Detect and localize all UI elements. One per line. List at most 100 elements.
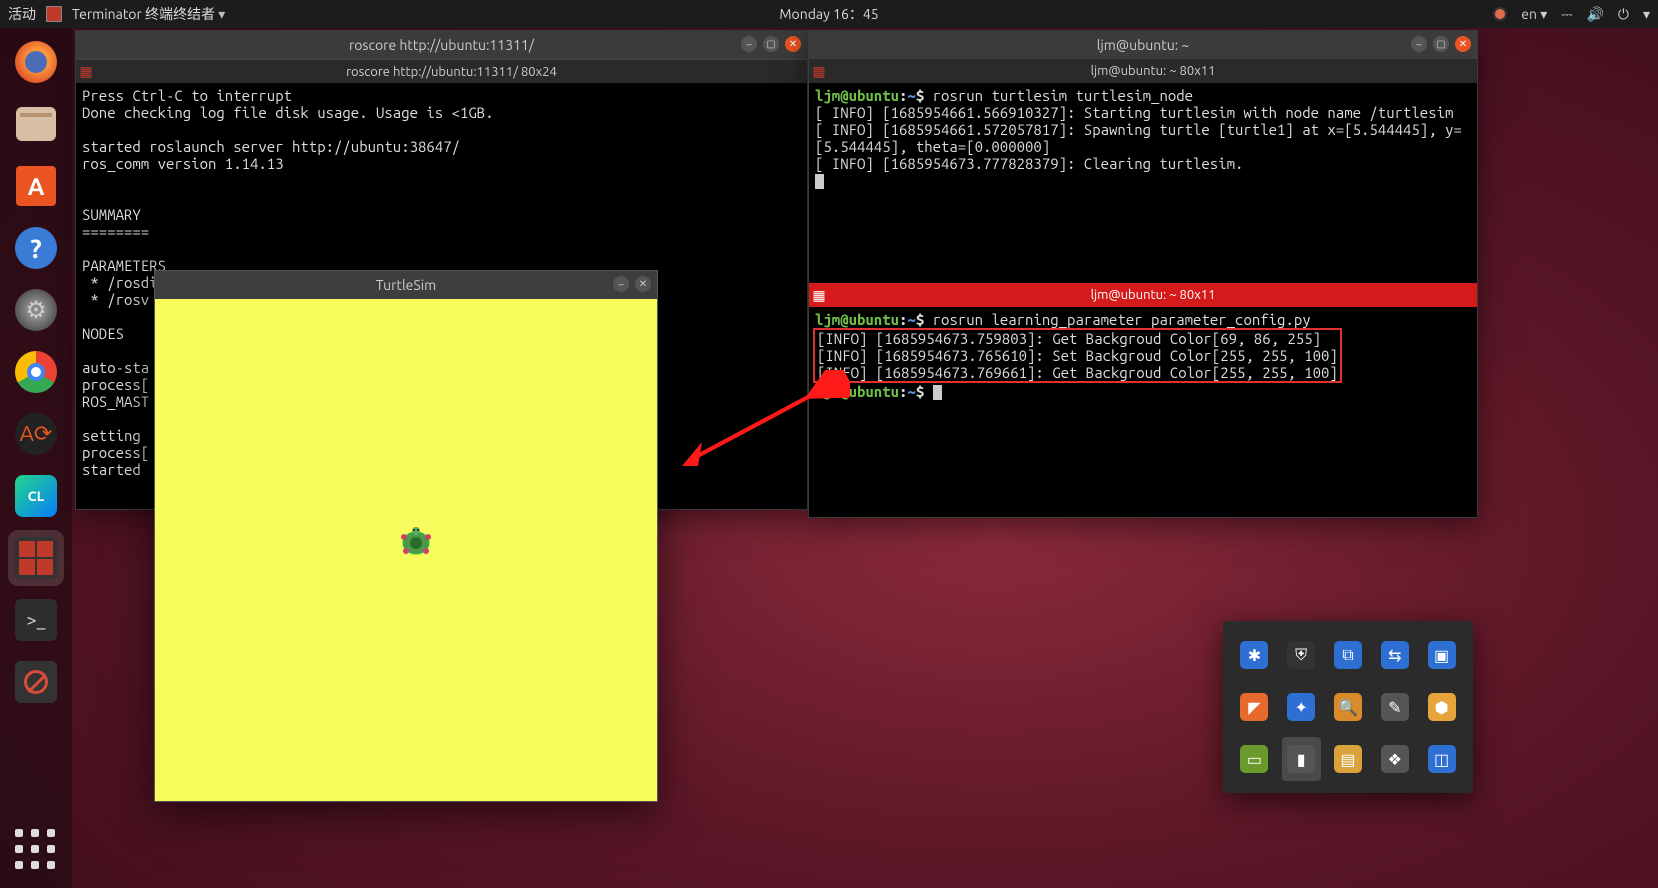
window-title: ljm@ubuntu: ~ (1097, 37, 1190, 53)
close-button[interactable]: ✕ (1455, 36, 1471, 52)
tray-item[interactable]: ▣ (1422, 633, 1461, 677)
window-title: TurtleSim (376, 277, 436, 293)
firefox-icon (15, 41, 57, 83)
highlighted-output: [INFO] [1685954673.759803]: Get Backgrou… (813, 328, 1342, 383)
tray-icon: ▣ (1428, 641, 1456, 669)
volume-icon[interactable]: 🔊 (1586, 6, 1603, 23)
cursor (933, 385, 942, 400)
window-title: roscore http://ubuntu:11311/ (349, 37, 534, 53)
split-layout-icon[interactable]: ▦ (76, 63, 96, 80)
terminal-pane-bottom: ▦ ljm@ubuntu: ~ 80x11 ljm@ubuntu:~$ rosr… (809, 283, 1477, 517)
turtle-icon (396, 525, 436, 559)
clion-icon: CL (15, 475, 57, 517)
tray-icon: ✎ (1381, 693, 1409, 721)
window-titlebar[interactable]: ljm@ubuntu: ~ – ▢ ✕ (809, 31, 1477, 59)
files-icon (16, 107, 56, 141)
indicator-panel: ✱ ⛨ ⧉ ⇆ ▣ ◤ ✦ 🔍 ✎ ⬢ ▭ ▮ ▤ ❖ ◫ (1223, 621, 1473, 793)
show-applications-button[interactable] (8, 822, 64, 878)
tray-icon: ✱ (1240, 641, 1268, 669)
tray-icon: ◤ (1240, 693, 1268, 721)
split-layout-icon[interactable]: ▦ (809, 287, 829, 304)
tray-item[interactable]: ◤ (1235, 685, 1274, 729)
tray-item[interactable]: 🔍 (1329, 685, 1368, 729)
activities-button[interactable]: 活动 (8, 4, 36, 24)
dock-chrome[interactable] (8, 344, 64, 400)
tray-icon: ▭ (1240, 745, 1268, 773)
help-icon: ? (15, 227, 57, 269)
tray-icon: ▮ (1287, 745, 1315, 773)
turtlesim-window: TurtleSim – ✕ (154, 270, 658, 802)
tray-icon: 🔍 (1334, 693, 1362, 721)
tray-item[interactable]: ⧉ (1329, 633, 1368, 677)
tray-icon: ◫ (1428, 745, 1456, 773)
split-layout-icon[interactable]: ▦ (809, 63, 829, 80)
tray-icon: ⬢ (1428, 693, 1456, 721)
dock-clion[interactable]: CL (8, 468, 64, 524)
close-button[interactable]: ✕ (785, 36, 801, 52)
close-button[interactable]: ✕ (635, 276, 651, 292)
terminal-tab[interactable]: ▦ roscore http://ubuntu:11311/ 80x24 (76, 59, 807, 83)
window-titlebar[interactable]: roscore http://ubuntu:11311/ – ▢ ✕ (76, 31, 807, 59)
terminal-tab[interactable]: ▦ ljm@ubuntu: ~ 80x11 (809, 59, 1477, 83)
tray-item[interactable]: ✎ (1375, 685, 1414, 729)
language-indicator[interactable]: en ▾ (1521, 6, 1547, 23)
dock-settings[interactable]: ⚙ (8, 282, 64, 338)
tray-item[interactable]: ✱ (1235, 633, 1274, 677)
software-icon: A (16, 166, 56, 206)
tray-item[interactable]: ▭ (1235, 737, 1274, 781)
app-indicator-icon (46, 6, 62, 22)
dock-blocked[interactable] (8, 654, 64, 710)
dock-terminator[interactable] (8, 530, 64, 586)
tray-item[interactable]: ⛨ (1282, 633, 1321, 677)
window-titlebar[interactable]: TurtleSim – ✕ (155, 271, 657, 299)
settings-icon: ⚙ (15, 289, 57, 331)
clock[interactable]: Monday 16：45 (779, 4, 878, 24)
tray-item[interactable]: ▤ (1329, 737, 1368, 781)
blocked-icon (15, 661, 57, 703)
tray-item[interactable]: ⇆ (1375, 633, 1414, 677)
terminal-tab-active[interactable]: ▦ ljm@ubuntu: ~ 80x11 (809, 283, 1477, 307)
dock-firefox[interactable] (8, 34, 64, 90)
minimize-button[interactable]: – (741, 36, 757, 52)
minimize-button[interactable]: – (1411, 36, 1427, 52)
tray-item[interactable]: ⬢ (1422, 685, 1461, 729)
dock-updater[interactable]: A⟳ (8, 406, 64, 462)
terminal-output[interactable]: ljm@ubuntu:~$ rosrun turtlesim turtlesim… (809, 83, 1477, 283)
tray-icon: ✦ (1287, 693, 1315, 721)
app-menu[interactable]: Terminator 终端终结者 (72, 4, 225, 24)
tray-icon: ⇆ (1381, 641, 1409, 669)
status-indicator-icon[interactable] (1493, 7, 1507, 21)
dock-help[interactable]: ? (8, 220, 64, 276)
terminator-icon (15, 537, 57, 579)
minimize-button[interactable]: – (613, 276, 629, 292)
tray-icon: ⛨ (1287, 641, 1315, 669)
maximize-button[interactable]: ▢ (763, 36, 779, 52)
cursor (815, 174, 824, 189)
power-icon[interactable]: ⏻ (1618, 6, 1629, 23)
tray-item[interactable]: ✦ (1282, 685, 1321, 729)
tray-icon: ⧉ (1334, 641, 1362, 669)
tray-icon: ▤ (1334, 745, 1362, 773)
terminal-tab-title: roscore http://ubuntu:11311/ 80x24 (96, 65, 807, 79)
maximize-button[interactable]: ▢ (1433, 36, 1449, 52)
dock-terminal[interactable]: >_ (8, 592, 64, 648)
tray-icon: ❖ (1381, 745, 1409, 773)
tray-item[interactable]: ◫ (1422, 737, 1461, 781)
terminator-window-ljm: ljm@ubuntu: ~ – ▢ ✕ ▦ ljm@ubuntu: ~ 80x1… (808, 30, 1478, 518)
dock-software[interactable]: A (8, 158, 64, 214)
terminal-pane-top: ▦ ljm@ubuntu: ~ 80x11 ljm@ubuntu:~$ rosr… (809, 59, 1477, 283)
terminal-tab-title: ljm@ubuntu: ~ 80x11 (829, 288, 1477, 302)
top-menu-bar: 活动 Terminator 终端终结者 Monday 16：45 en ▾ ⎓ … (0, 0, 1658, 28)
tray-item[interactable]: ▮ (1282, 737, 1321, 781)
tray-item[interactable]: ❖ (1375, 737, 1414, 781)
chrome-icon (15, 351, 57, 393)
turtlesim-canvas[interactable] (155, 299, 657, 801)
dock-files[interactable] (8, 96, 64, 152)
dock: A ? ⚙ A⟳ CL >_ (0, 28, 72, 888)
terminal-tab-title: ljm@ubuntu: ~ 80x11 (829, 64, 1477, 78)
network-icon[interactable]: ⎓ (1561, 6, 1572, 23)
terminal-output[interactable]: ljm@ubuntu:~$ rosrun learning_parameter … (809, 307, 1477, 517)
terminal-icon: >_ (15, 599, 57, 641)
updater-icon: A⟳ (15, 413, 57, 455)
system-menu-arrow-icon[interactable]: ▾ (1643, 6, 1650, 23)
